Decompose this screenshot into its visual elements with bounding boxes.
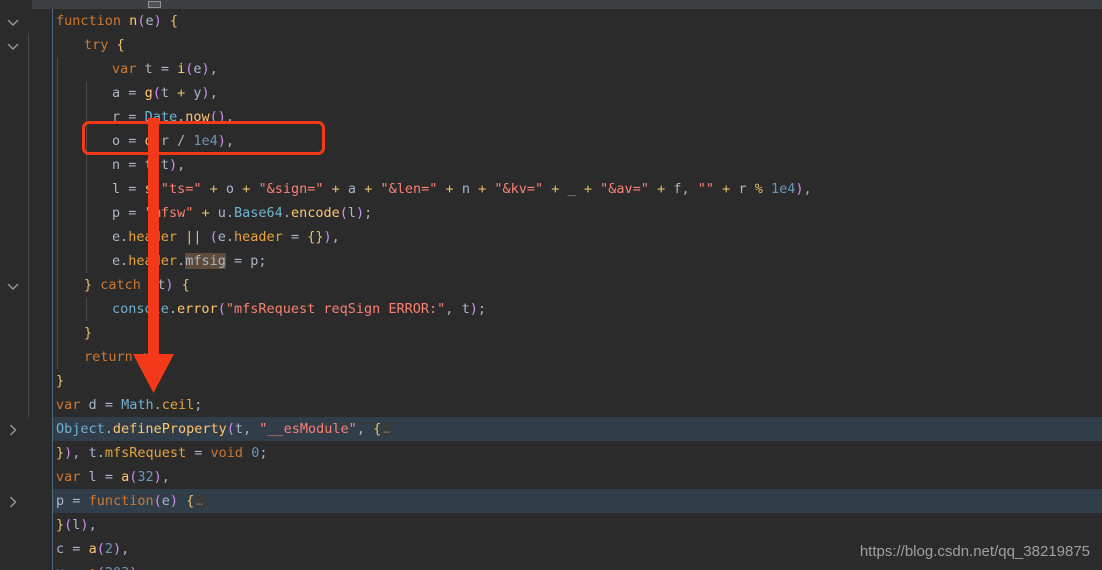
code-line[interactable]: u = a(203) (53, 561, 1102, 570)
code-line-text: e.header || (e.header = {}), (112, 229, 340, 245)
horizontal-scrollbar[interactable] (0, 0, 1102, 9)
code-line[interactable]: p = "mfsw" + u.Base64.encode(l); (53, 201, 1102, 225)
horizontal-scrollbar-thumb[interactable] (148, 1, 161, 8)
code-line[interactable]: Object.defineProperty(t, "__esModule", {… (0, 417, 1102, 441)
code-line[interactable]: try { (53, 33, 1102, 57)
code-line-text: var t = i(e), (112, 61, 218, 77)
code-line-text: } (84, 325, 93, 341)
code-line[interactable]: a = g(t + y), (53, 81, 1102, 105)
chevron-right-icon[interactable] (4, 421, 22, 439)
code-content-area[interactable]: function n(e) { try { var t = i(e), a = g(t… (0, 9, 1102, 570)
code-line[interactable]: } (53, 321, 1102, 345)
indent-guide-2 (57, 57, 58, 369)
chevron-right-icon[interactable] (4, 493, 22, 511)
code-line[interactable]: p = function(e) {… (0, 489, 1102, 513)
indent-guide-1 (28, 33, 29, 417)
chevron-down-icon[interactable] (4, 37, 22, 55)
code-line-text: r = Date.now(), (112, 109, 235, 125)
code-line[interactable]: console.error("mfsRequest reqSign ERROR:… (53, 297, 1102, 321)
code-line-text: n = t(t), (112, 157, 186, 173)
code-line-text: a = g(t + y), (112, 85, 218, 101)
code-line-text: p = function(e) {… (56, 493, 205, 509)
code-line-text: function n(e) { (56, 13, 179, 29)
code-line[interactable]: } (53, 369, 1102, 393)
code-line[interactable]: var d = Math.ceil; (53, 393, 1102, 417)
code-line-text: Object.defineProperty(t, "__esModule", {… (56, 421, 392, 437)
code-line-text: } (56, 373, 65, 389)
code-line[interactable]: r = Date.now(), (53, 105, 1102, 129)
code-line[interactable]: return e; (53, 345, 1102, 369)
code-line[interactable]: var l = a(32), (53, 465, 1102, 489)
code-line[interactable]: }), t.mfsRequest = void 0; (53, 441, 1102, 465)
chevron-down-icon[interactable] (4, 13, 22, 31)
code-line[interactable]: e.header || (e.header = {}), (53, 225, 1102, 249)
code-line-text: try { (84, 37, 125, 53)
code-line-text: l = s("ts=" + o + "&sign=" + a + "&len="… (112, 181, 812, 197)
code-line[interactable]: }(l), (53, 513, 1102, 537)
code-line-text: }), t.mfsRequest = void 0; (56, 445, 268, 461)
scrollbar-gutter-spacer (0, 0, 32, 9)
code-line-text: p = "mfsw" + u.Base64.encode(l); (112, 205, 373, 221)
code-line[interactable]: } catch (t) { (53, 273, 1102, 297)
code-line-text: var l = a(32), (56, 469, 170, 485)
code-line-text: } catch (t) { (84, 277, 190, 293)
code-line[interactable]: l = s("ts=" + o + "&sign=" + a + "&len="… (53, 177, 1102, 201)
watermark-url: https://blog.csdn.net/qq_38219875 (859, 543, 1090, 560)
folding-gutter[interactable] (0, 9, 52, 570)
code-line[interactable]: e.header.mfsig = p; (53, 249, 1102, 273)
code-line-text: }(l), (56, 517, 97, 533)
code-line[interactable]: n = t(t), (53, 153, 1102, 177)
code-line[interactable]: function n(e) { (53, 9, 1102, 33)
code-line-text: u = a(203) (53, 561, 137, 570)
code-line[interactable]: var t = i(e), (53, 57, 1102, 81)
code-line-text: var d = Math.ceil; (56, 397, 203, 413)
chevron-down-icon[interactable] (4, 277, 22, 295)
code-line-text: console.error("mfsRequest reqSign ERROR:… (112, 301, 486, 317)
code-line-text: return e; (84, 349, 158, 365)
code-editor-window: function n(e) { try { var t = i(e), a = g(t… (0, 0, 1102, 570)
code-line-text: c = a(2), (56, 541, 130, 557)
indent-guide-3 (86, 81, 87, 273)
code-line[interactable]: o = d(r / 1e4), (53, 129, 1102, 153)
indent-guide-4 (86, 297, 87, 321)
code-line-text: o = d(r / 1e4), (112, 133, 235, 149)
